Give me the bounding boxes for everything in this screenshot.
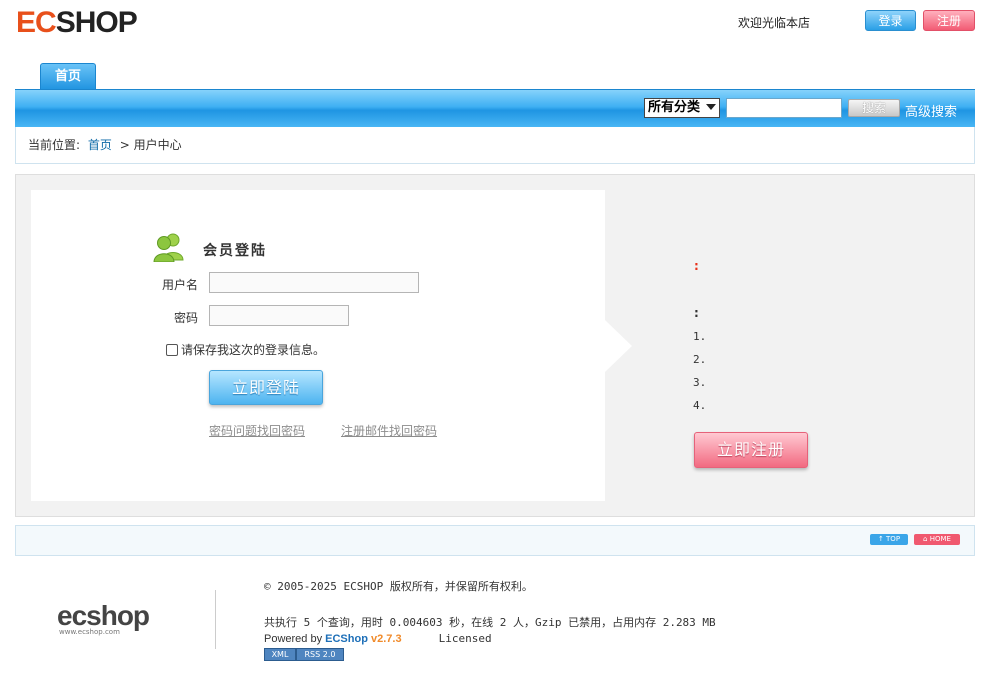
footer-logo-ec: ec <box>57 600 87 631</box>
breadcrumb: 当前位置: 首页 > 用户中心 <box>15 127 975 164</box>
remember-row: 请保存我这次的登录信息。 <box>166 341 325 358</box>
powered-by: Powered by ECShop v2.7.3 Licensed <box>264 632 492 645</box>
footer-logo: ecshop www.ecshop.com <box>57 600 150 636</box>
register-item-3: 3. <box>693 376 707 389</box>
password-label: 密码 <box>173 311 198 325</box>
login-title: 会员登陆 <box>203 243 267 259</box>
tab-home[interactable]: 首页 <box>40 63 96 90</box>
main-content: 会员登陆 用户名 密码 请保存我这次的登录信息。 立即登陆 密码问题找回密码 注… <box>15 174 975 517</box>
login-panel: 会员登陆 用户名 密码 请保存我这次的登录信息。 立即登陆 密码问题找回密码 注… <box>31 190 632 501</box>
register-subheading: : <box>694 306 699 320</box>
footer-home-button[interactable]: ⌂ HOME <box>914 534 960 545</box>
category-select-value: 所有分类 <box>648 100 701 115</box>
powered-by-version: v2.7.3 <box>371 633 402 645</box>
server-stats-text: 共执行 5 个查询，用时 0.004603 秒，在线 2 人，Gzip 已禁用，… <box>264 616 716 629</box>
welcome-text: 欢迎光临本店 <box>738 16 811 30</box>
user-group-icon <box>153 233 184 262</box>
username-label: 用户名 <box>161 278 198 292</box>
login-button[interactable]: 登录 <box>865 10 916 31</box>
register-item-2: 2. <box>693 353 707 366</box>
xml-badge[interactable]: XML <box>264 648 296 661</box>
advanced-search-link[interactable]: 高级搜索 <box>905 101 957 120</box>
register-heading: : <box>694 259 699 273</box>
footer-logo-shop: shop <box>86 600 150 631</box>
register-item-4: 4. <box>693 399 707 412</box>
navbar: 所有分类 搜索 高级搜索 <box>15 89 975 127</box>
remember-checkbox[interactable] <box>166 343 178 356</box>
login-submit-button[interactable]: 立即登陆 <box>209 370 323 405</box>
site-logo[interactable]: EC SHOP <box>16 6 138 40</box>
register-button[interactable]: 注册 <box>923 10 975 31</box>
breadcrumb-prefix: 当前位置: <box>28 138 81 152</box>
logo-shop-text: SHOP <box>55 6 138 39</box>
licensed-text: Licensed <box>438 632 492 645</box>
register-now-button[interactable]: 立即注册 <box>694 432 808 468</box>
search-input[interactable] <box>726 98 842 118</box>
password-input[interactable] <box>209 305 349 326</box>
powered-by-label: Powered by <box>264 633 323 645</box>
powered-by-ecshop-link[interactable]: ECShop <box>325 633 368 645</box>
rss-badge[interactable]: RSS 2.0 <box>296 648 344 661</box>
footer-divider <box>215 590 216 649</box>
breadcrumb-home-link[interactable]: 首页 <box>88 138 112 152</box>
logo-ec-text: EC <box>16 6 57 39</box>
username-input[interactable] <box>209 272 419 293</box>
footer-bar: ↑ TOP ⌂ HOME <box>15 525 975 556</box>
breadcrumb-separator: > <box>119 138 130 152</box>
category-select[interactable]: 所有分类 <box>644 98 720 118</box>
register-item-1: 1. <box>693 330 707 343</box>
forgot-by-email-link[interactable]: 注册邮件找回密码 <box>341 422 437 439</box>
remember-label: 请保存我这次的登录信息。 <box>181 343 326 357</box>
search-button[interactable]: 搜索 <box>848 99 900 117</box>
chevron-down-icon <box>706 104 716 110</box>
back-to-top-button[interactable]: ↑ TOP <box>870 534 908 545</box>
forgot-by-question-link[interactable]: 密码问题找回密码 <box>209 422 305 439</box>
footer-logo-url: www.ecshop.com <box>59 628 120 636</box>
copyright-text: © 2005-2025 ECSHOP 版权所有，并保留所有权利。 <box>264 580 533 593</box>
breadcrumb-current: 用户中心 <box>133 138 182 152</box>
